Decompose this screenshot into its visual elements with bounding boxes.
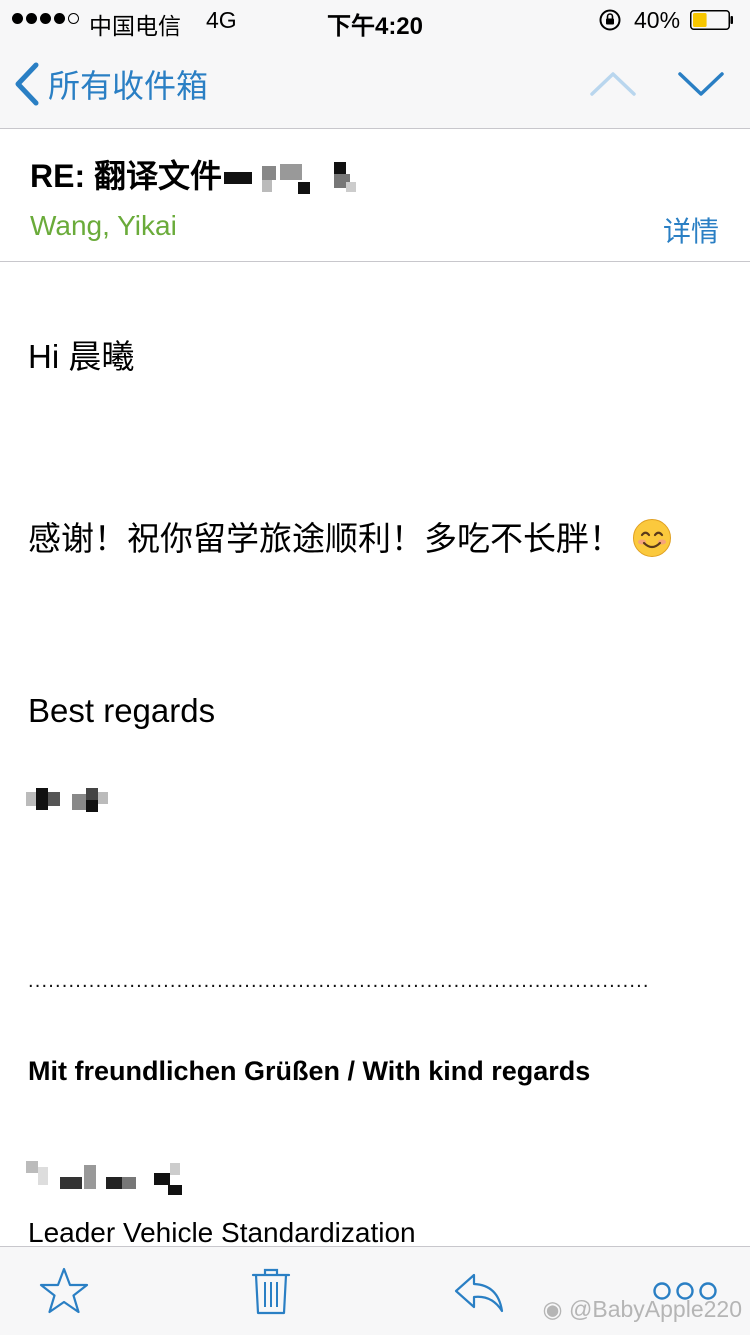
smiling-face-icon (633, 519, 671, 557)
thanks-text: 感谢！祝你留学旅途顺利！多吃不长胖！ (28, 520, 622, 557)
thanks-line: 感谢！祝你留学旅途顺利！多吃不长胖！ (28, 512, 672, 560)
rotation-lock-icon (599, 9, 621, 31)
mail-header: RE: 翻译文件 Wang, Yikai 详情 (0, 129, 750, 262)
battery-percent: 40% (634, 7, 681, 33)
previous-message-button[interactable] (588, 64, 638, 104)
status-bar: 中国电信 4G 下午4:20 40% (0, 0, 750, 40)
sender-name[interactable]: Wang, Yikai (30, 210, 177, 242)
redacted-signature (20, 774, 120, 824)
back-button[interactable]: 所有收件箱 (14, 60, 208, 108)
chevron-left-icon (15, 62, 39, 106)
star-icon[interactable] (36, 1265, 92, 1317)
redacted-name (22, 1159, 192, 1201)
watermark: ◉ @BabyApple220 (543, 1296, 742, 1323)
subject-text: RE: 翻译文件 (30, 158, 223, 194)
back-label: 所有收件箱 (48, 68, 209, 104)
redacted-subject (224, 161, 374, 196)
signature-role: Leader Vehicle Standardization (28, 1217, 416, 1246)
mail-subject: RE: 翻译文件 (30, 151, 374, 197)
closing-text: Best regards (28, 692, 216, 729)
details-link[interactable]: 详情 (663, 210, 719, 250)
separator-line: ........................................… (28, 970, 650, 992)
navigation-bar: 所有收件箱 (0, 40, 750, 129)
battery-icon (690, 10, 733, 30)
trash-icon[interactable] (243, 1265, 299, 1317)
next-message-button[interactable] (676, 64, 726, 104)
kind-regards-text: Mit freundlichen Grüßen / With kind rega… (28, 1056, 591, 1086)
reply-icon[interactable] (450, 1265, 506, 1317)
weibo-icon: ◉ (542, 1296, 570, 1322)
watermark-text: @BabyApple220 (569, 1296, 742, 1322)
mail-body: Hi 晨曦 感谢！祝你留学旅途顺利！多吃不长胖！ Best regards ..… (0, 262, 750, 1246)
greeting-text: Hi 晨曦 (28, 338, 135, 375)
